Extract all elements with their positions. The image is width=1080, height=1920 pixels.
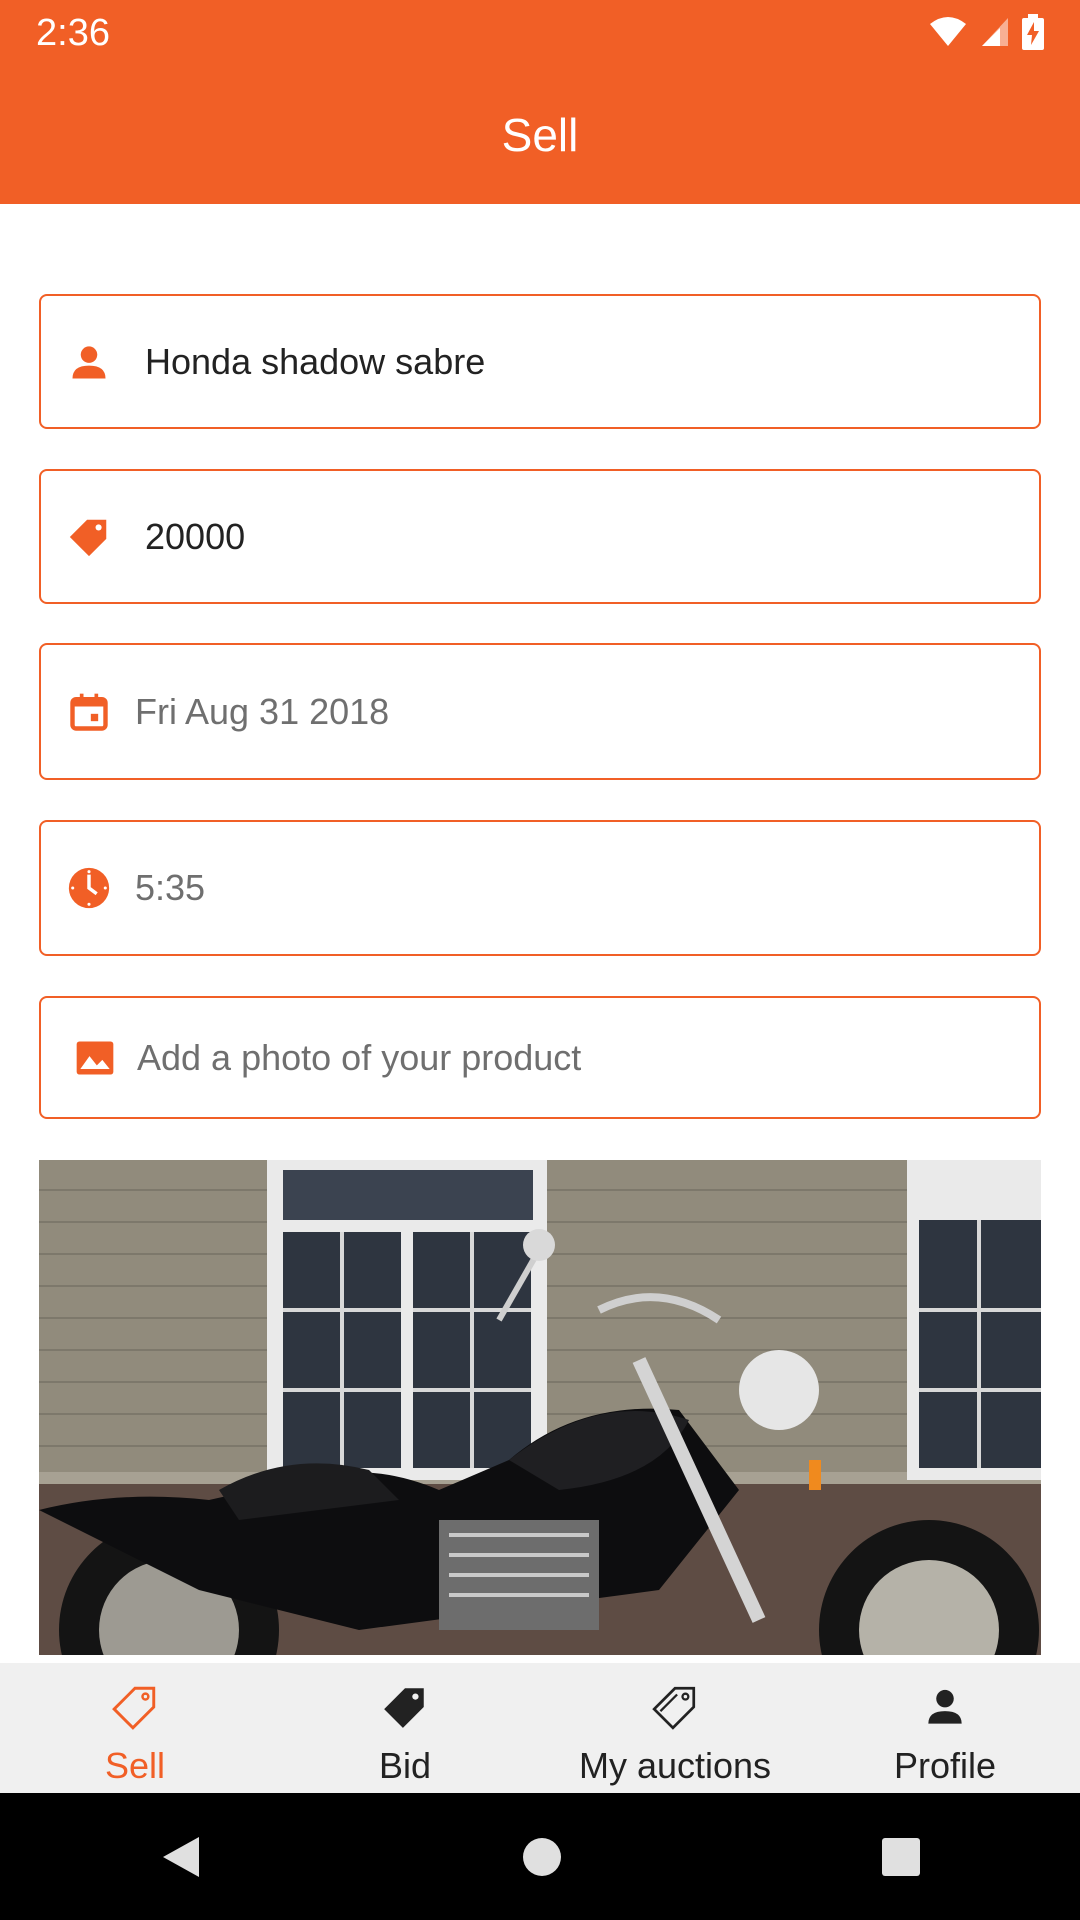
nav-label-bid: Bid — [378, 1745, 432, 1786]
tag-icon — [65, 513, 113, 561]
price-value: 20000 — [145, 515, 246, 557]
nav-label-sell: Sell — [104, 1745, 166, 1786]
price-field[interactable]: 20000 — [39, 469, 1041, 604]
wifi-icon — [930, 17, 966, 46]
nav-item-sell[interactable]: Sell — [0, 1663, 270, 1793]
person-icon — [917, 1679, 973, 1735]
add-photo-label: Add a photo of your product — [137, 1036, 582, 1078]
nav-item-profile[interactable]: Profile — [810, 1663, 1080, 1793]
back-icon[interactable] — [159, 1833, 203, 1881]
date-field[interactable]: Fri Aug 31 2018 — [39, 643, 1041, 780]
nav-label-my-auctions: My auctions — [578, 1745, 772, 1786]
person-icon — [65, 338, 113, 386]
status-bar: 2:36 — [0, 0, 1080, 66]
tag-filled-icon — [377, 1679, 433, 1735]
bottom-nav: Sell Bid My auctions Profile — [0, 1663, 1080, 1793]
time-value: 5:35 — [135, 867, 206, 908]
system-nav-bar — [0, 1793, 1080, 1920]
nav-label-profile: Profile — [893, 1745, 997, 1786]
home-icon[interactable] — [522, 1837, 562, 1877]
product-photo — [39, 1160, 1041, 1655]
date-value: Fri Aug 31 2018 — [135, 690, 390, 732]
status-time: 2:36 — [36, 12, 110, 54]
battery-charging-icon — [1022, 14, 1044, 50]
add-photo-button[interactable]: Add a photo of your product — [39, 996, 1041, 1119]
tags-outline-icon — [647, 1679, 703, 1735]
image-icon — [71, 1034, 119, 1082]
signal-icon — [982, 18, 1008, 46]
product-name-field[interactable]: Honda shadow sabre — [39, 294, 1041, 429]
recents-icon[interactable] — [881, 1837, 921, 1877]
time-field[interactable]: 5:35 — [39, 820, 1041, 956]
calendar-icon — [65, 688, 113, 736]
product-name-value: Honda shadow sabre — [145, 340, 486, 382]
nav-item-my-auctions[interactable]: My auctions — [540, 1663, 810, 1793]
nav-item-bid[interactable]: Bid — [270, 1663, 540, 1793]
clock-icon — [65, 864, 113, 912]
page-title: Sell — [501, 109, 579, 161]
status-icons — [928, 14, 1044, 50]
tag-outline-icon — [107, 1679, 163, 1735]
app-bar: Sell — [0, 66, 1080, 204]
